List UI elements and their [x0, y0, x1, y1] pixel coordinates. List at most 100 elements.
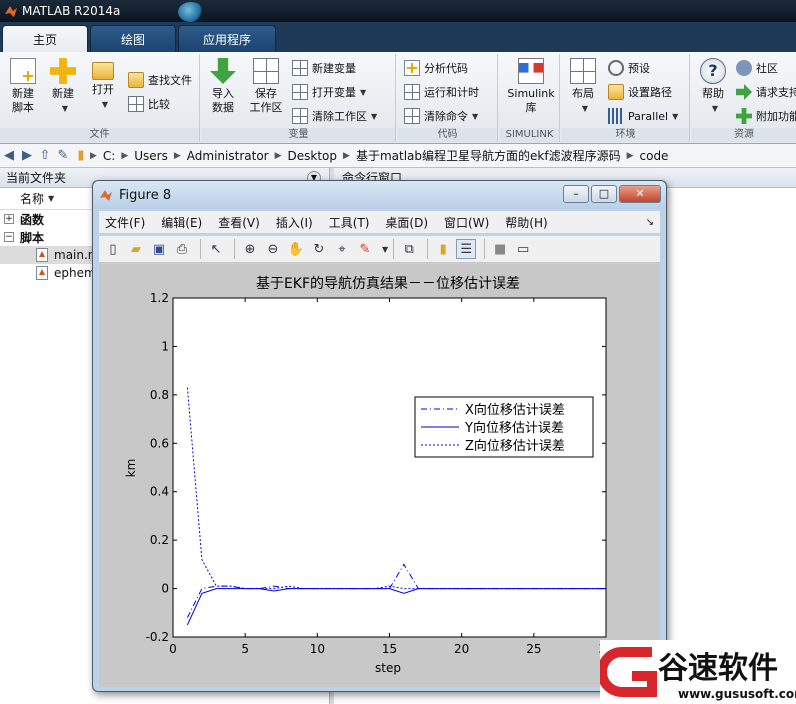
- gususoft-logo-icon: 谷速软件 www.gususoft.com: [597, 640, 796, 704]
- browse-folder-icon[interactable]: ✎: [54, 148, 72, 163]
- menu-view[interactable]: 查看(V): [218, 214, 260, 231]
- file-group: 新建 脚本 新建 ▼ 打开 ▼ 查找文件 比较 文件: [0, 54, 200, 142]
- collapse-icon[interactable]: −: [4, 232, 14, 242]
- community-label: 社区: [756, 62, 778, 75]
- up-folder-icon[interactable]: ⇧: [36, 148, 54, 163]
- open-label: 打开: [92, 83, 114, 96]
- save-icon[interactable]: ▣: [149, 239, 169, 259]
- menu-window[interactable]: 窗口(W): [444, 214, 489, 231]
- zoom-in-icon[interactable]: ⊕: [240, 239, 260, 259]
- help-button[interactable]: ? 帮助 ▼: [692, 56, 734, 116]
- chart-legend[interactable]: X向位移估计误差 Y向位移估计误差 Z向位移估计误差: [414, 396, 594, 458]
- print-icon[interactable]: ⎙: [172, 239, 192, 259]
- brush-icon[interactable]: ✎: [355, 239, 375, 259]
- analyze-code-icon: [404, 60, 420, 76]
- compare-icon: [128, 96, 144, 112]
- menu-help[interactable]: 帮助(H): [505, 214, 547, 231]
- pointer-icon[interactable]: ↖: [206, 239, 226, 259]
- layout-button[interactable]: 布局 ▼: [562, 56, 604, 116]
- breadcrumb-item[interactable]: code: [640, 149, 669, 163]
- chevron-down-icon[interactable]: ▼: [382, 245, 388, 254]
- tree-folder-label: 脚本: [20, 230, 45, 245]
- clear-workspace-button[interactable]: 清除工作区 ▼: [292, 106, 377, 126]
- rotate-3d-icon[interactable]: ↻: [309, 239, 329, 259]
- breadcrumb-item[interactable]: Users: [134, 149, 168, 163]
- hide-plot-tools-icon[interactable]: ■: [490, 239, 510, 259]
- forward-arrow-icon[interactable]: ▶: [18, 148, 36, 163]
- breadcrumb-separator: ▶: [173, 150, 181, 161]
- preferences-button[interactable]: 预设: [608, 58, 650, 78]
- menu-overflow-icon[interactable]: ↘: [646, 217, 654, 228]
- menu-file[interactable]: 文件(F): [105, 214, 145, 231]
- show-plot-tools-icon[interactable]: ▭: [513, 239, 533, 259]
- menu-desktop[interactable]: 桌面(D): [385, 214, 428, 231]
- menu-edit[interactable]: 编辑(E): [161, 214, 202, 231]
- new-variable-label: 新建变量: [312, 62, 356, 75]
- open-variable-button[interactable]: 打开变量 ▼: [292, 82, 366, 102]
- x-tick-label: 20: [454, 642, 469, 656]
- clear-commands-button[interactable]: 清除命令 ▼: [404, 106, 478, 126]
- ribbon-tabs: 主页 绘图 应用程序: [0, 22, 796, 52]
- clear-workspace-icon: [292, 108, 308, 124]
- figure-titlebar[interactable]: Figure 8 – □ ✕: [93, 181, 666, 209]
- y-axis-label: km: [124, 459, 138, 478]
- chart-title: 基于EKF的导航仿真结果－－位移估计误差: [256, 275, 520, 292]
- set-path-label: 设置路径: [628, 86, 672, 99]
- community-button[interactable]: 社区: [736, 58, 778, 78]
- set-path-button[interactable]: 设置路径: [608, 82, 672, 102]
- app-title: MATLAB R2014a: [22, 4, 121, 18]
- expand-icon[interactable]: +: [4, 214, 14, 224]
- breadcrumb-item[interactable]: Desktop: [288, 149, 338, 163]
- new-figure-icon[interactable]: ▯: [103, 239, 123, 259]
- compare-button[interactable]: 比较: [128, 94, 170, 114]
- menu-tools[interactable]: 工具(T): [329, 214, 370, 231]
- addons-label: 附加功能: [756, 110, 796, 123]
- breadcrumb-item[interactable]: Administrator: [187, 149, 269, 163]
- tab-plots[interactable]: 绘图: [90, 25, 177, 52]
- request-support-button[interactable]: 请求支持: [736, 82, 796, 102]
- addons-button[interactable]: 附加功能: [736, 106, 796, 126]
- new-label: 新建: [52, 87, 74, 100]
- matlab-logo-icon: [5, 6, 17, 17]
- simulink-group-title: SIMULINK: [500, 128, 559, 142]
- zoom-out-icon[interactable]: ⊖: [263, 239, 283, 259]
- close-button[interactable]: ✕: [619, 185, 661, 203]
- breadcrumb-item[interactable]: C:: [103, 149, 115, 163]
- tree-file-label: ephem: [54, 266, 96, 280]
- import-data-label: 导入 数据: [212, 87, 234, 114]
- legend-icon[interactable]: ☰: [456, 239, 477, 259]
- simulink-label: Simulink 库: [507, 87, 555, 114]
- new-script-button[interactable]: 新建 脚本: [2, 56, 44, 115]
- data-cursor-icon[interactable]: ⌖: [332, 239, 352, 259]
- analyze-code-label: 分析代码: [424, 62, 468, 75]
- analyze-code-button[interactable]: 分析代码: [404, 58, 468, 78]
- new-variable-button[interactable]: 新建变量: [292, 58, 356, 78]
- find-files-button[interactable]: 查找文件: [128, 70, 192, 90]
- breadcrumb-separator: ▶: [121, 150, 129, 161]
- import-data-button[interactable]: 导入 数据: [202, 56, 244, 115]
- community-icon: [736, 60, 752, 76]
- link-plot-icon[interactable]: ⧉: [399, 239, 419, 259]
- menu-insert[interactable]: 插入(I): [276, 214, 313, 231]
- figure-window: Figure 8 – □ ✕ 文件(F) 编辑(E) 查看(V) 插入(I) 工…: [92, 180, 667, 692]
- import-data-icon: [210, 58, 236, 84]
- back-arrow-icon[interactable]: ◀: [0, 148, 18, 163]
- help-label: 帮助: [702, 87, 724, 100]
- maximize-button[interactable]: □: [591, 185, 617, 203]
- new-button[interactable]: 新建 ▼: [42, 56, 84, 116]
- parallel-button[interactable]: Parallel ▼: [608, 106, 678, 126]
- m-file-icon: [36, 266, 48, 280]
- tab-apps[interactable]: 应用程序: [178, 25, 277, 52]
- save-workspace-button[interactable]: 保存 工作区: [244, 56, 288, 115]
- minimize-button[interactable]: –: [563, 185, 589, 203]
- line-chart[interactable]: 基于EKF的导航仿真结果－－位移估计误差 051015202530 -0.200…: [99, 264, 660, 687]
- pan-hand-icon[interactable]: ✋: [286, 239, 306, 259]
- run-and-time-button[interactable]: 运行和计时: [404, 82, 479, 102]
- open-button[interactable]: 打开 ▼: [82, 56, 124, 112]
- simulink-library-button[interactable]: Simulink 库: [506, 56, 556, 115]
- open-file-icon[interactable]: ▰: [126, 239, 146, 259]
- breadcrumb-item[interactable]: 基于matlab编程卫星导航方面的ekf滤波程序源码: [356, 147, 621, 164]
- colorbar-icon[interactable]: ▮: [433, 239, 453, 259]
- tab-home[interactable]: 主页: [2, 25, 89, 52]
- open-variable-icon: [292, 84, 308, 100]
